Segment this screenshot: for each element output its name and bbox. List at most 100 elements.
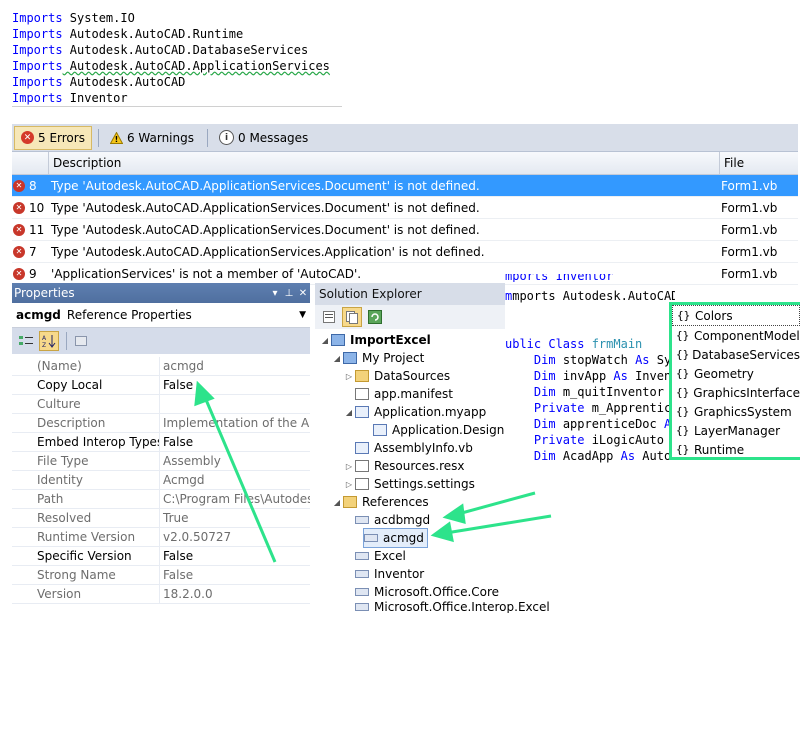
pin-icon[interactable]: ⊥: [282, 288, 296, 299]
collapse-icon[interactable]: ◢: [331, 354, 343, 363]
property-value[interactable]: False: [160, 547, 310, 566]
completion-item[interactable]: {} GraphicsInterface: [672, 383, 800, 402]
messages-label: 0 Messages: [238, 130, 309, 145]
property-key: Culture: [12, 395, 160, 414]
close-icon[interactable]: ✕: [296, 288, 310, 299]
tree-item-ref-office-core[interactable]: Microsoft.Office.Core: [355, 583, 499, 601]
property-row[interactable]: Identity Acmgd: [12, 471, 310, 490]
column-header-file[interactable]: File: [720, 152, 744, 174]
tree-item-ref-interop-excel[interactable]: Microsoft.Office.Interop.Excel: [355, 600, 550, 613]
namespace-icon: {}: [676, 367, 690, 380]
error-row[interactable]: ✕ 7 Type 'Autodesk.AutoCAD.ApplicationServ…: [12, 241, 798, 263]
error-row[interactable]: ✕ 9 'ApplicationServices' is not a member …: [12, 263, 798, 285]
code-text-error: Autodesk.AutoCAD.ApplicationServices: [62, 59, 330, 73]
tree-item-my-project[interactable]: ◢ My Project: [331, 349, 424, 367]
collapse-icon[interactable]: ◢: [319, 336, 331, 345]
solution-explorer-title: Solution Explorer: [315, 283, 505, 305]
property-row[interactable]: PathC:\Program Files\Autodesk\A: [12, 490, 310, 509]
property-row[interactable]: File Type Assembly: [12, 452, 310, 471]
completion-item[interactable]: {} DatabaseServices: [672, 345, 800, 364]
tree-item-ref-acmgd[interactable]: acmgd: [363, 528, 428, 548]
property-row[interactable]: DescriptionImplementation of the AutoC: [12, 414, 310, 433]
property-row[interactable]: Version 18.2.0.0: [12, 585, 310, 604]
tree-item-resources[interactable]: ▷ Resources.resx: [343, 457, 465, 475]
property-row[interactable]: Resolved True: [12, 509, 310, 528]
tree-item-label: Inventor: [374, 567, 425, 581]
completion-item[interactable]: {} Colors: [672, 305, 800, 326]
property-row[interactable]: Copy Local False: [12, 376, 310, 395]
property-row[interactable]: Specific Version False: [12, 547, 310, 566]
tree-item-application-designer[interactable]: Application.Design: [361, 421, 504, 439]
error-row[interactable]: ✕ 8 Type 'Autodesk.AutoCAD.ApplicationServ…: [12, 175, 798, 197]
tree-item-references[interactable]: ◢ References: [331, 493, 429, 511]
object-selector[interactable]: acmgd Reference Properties ▼: [12, 303, 310, 328]
error-number: 11: [29, 222, 45, 237]
divider: [97, 128, 99, 147]
keyword: Imports: [12, 75, 63, 89]
tree-item-project[interactable]: ◢ ImportExcel: [319, 331, 431, 349]
property-row[interactable]: Runtime Version v2.0.50727: [12, 528, 310, 547]
keyword: Imports: [12, 11, 63, 25]
completion-label: ComponentModel: [694, 328, 800, 343]
dropdown-icon[interactable]: ▾: [268, 288, 282, 299]
property-value[interactable]: False: [160, 433, 310, 452]
error-number: 10: [29, 200, 45, 215]
keyword: As: [613, 369, 628, 383]
tree-item-label: Resources.resx: [374, 459, 465, 473]
tree-item-datasources[interactable]: ▷ DataSources: [343, 367, 450, 385]
property-pages-icon[interactable]: [71, 331, 91, 351]
panel-title: Properties: [14, 286, 75, 300]
completion-item[interactable]: {} Geometry: [672, 364, 800, 383]
tree-item-ref-excel[interactable]: Excel: [355, 547, 406, 565]
properties-icon[interactable]: [319, 307, 339, 327]
refresh-icon[interactable]: [365, 307, 385, 327]
completion-item[interactable]: {} Runtime: [672, 440, 800, 459]
collapse-icon[interactable]: ◢: [343, 408, 355, 417]
error-icon: ✕: [13, 179, 25, 192]
property-row[interactable]: Culture: [12, 395, 310, 414]
column-header-icon[interactable]: [12, 152, 49, 174]
property-row[interactable]: (Name) acmgd: [12, 357, 310, 376]
column-header-description[interactable]: Description: [49, 152, 720, 174]
show-all-files-icon[interactable]: [342, 307, 362, 327]
reference-icon: [355, 588, 369, 596]
tree-item-ref-acdbmgd[interactable]: acdbmgd: [355, 511, 430, 529]
warnings-label: 6 Warnings: [126, 130, 194, 145]
code-text: Autodesk.AutoCAD.DatabaseServices: [62, 43, 309, 57]
property-value: False: [160, 566, 310, 585]
property-key: Strong Name: [12, 566, 160, 585]
categorized-icon[interactable]: [16, 331, 36, 351]
code-text: Autodesk.AutoCAD.Runtime: [62, 27, 244, 41]
tree-item-settings[interactable]: ▷ Settings.settings: [343, 475, 475, 493]
folder-icon: [343, 496, 357, 508]
property-value[interactable]: False: [160, 376, 310, 395]
messages-filter-button[interactable]: i 0 Messages: [212, 126, 315, 150]
completion-item[interactable]: {} GraphicsSystem: [672, 402, 800, 421]
tree-item-ref-inventor[interactable]: Inventor: [355, 565, 424, 583]
keyword: Imports: [12, 91, 63, 105]
svg-text:!: !: [115, 135, 119, 144]
expand-icon[interactable]: ▷: [343, 480, 355, 489]
warnings-filter-button[interactable]: ! 6 Warnings: [103, 126, 201, 150]
alphabetical-icon[interactable]: AZ: [39, 331, 59, 351]
keyword: Imports: [12, 43, 63, 57]
errors-filter-button[interactable]: ✕ 5 Errors: [14, 125, 92, 150]
expand-icon[interactable]: ▷: [343, 372, 355, 381]
error-row[interactable]: ✕ 11 Type 'Autodesk.AutoCAD.ApplicationSer…: [12, 219, 798, 241]
property-value: 18.2.0.0: [160, 585, 310, 604]
property-row[interactable]: Strong Name False: [12, 566, 310, 585]
code-editor-imports[interactable]: Imports System.IO Imports Autodesk.AutoC…: [12, 10, 342, 106]
error-row[interactable]: ✕ 10 Type 'Autodesk.AutoCAD.ApplicationSer…: [12, 197, 798, 219]
error-icon: ✕: [13, 245, 25, 258]
tree-item-manifest[interactable]: app.manifest: [343, 385, 453, 403]
divider: [66, 332, 67, 350]
property-row[interactable]: Embed Interop Types False: [12, 433, 310, 452]
expand-icon[interactable]: ▷: [343, 462, 355, 471]
tree-item-application-myapp[interactable]: ◢ Application.myapp: [343, 403, 486, 421]
tree-item-assemblyinfo[interactable]: AssemblyInfo.vb: [343, 439, 473, 457]
code-editor-main[interactable]: mports Inventor mmports Autodesk.AutoCAD…: [505, 274, 675, 474]
completion-item[interactable]: {} LayerManager: [672, 421, 800, 440]
collapse-icon[interactable]: ◢: [331, 498, 343, 507]
tree-item-label: ImportExcel: [350, 333, 431, 347]
completion-item[interactable]: {} ComponentModel: [672, 326, 800, 345]
